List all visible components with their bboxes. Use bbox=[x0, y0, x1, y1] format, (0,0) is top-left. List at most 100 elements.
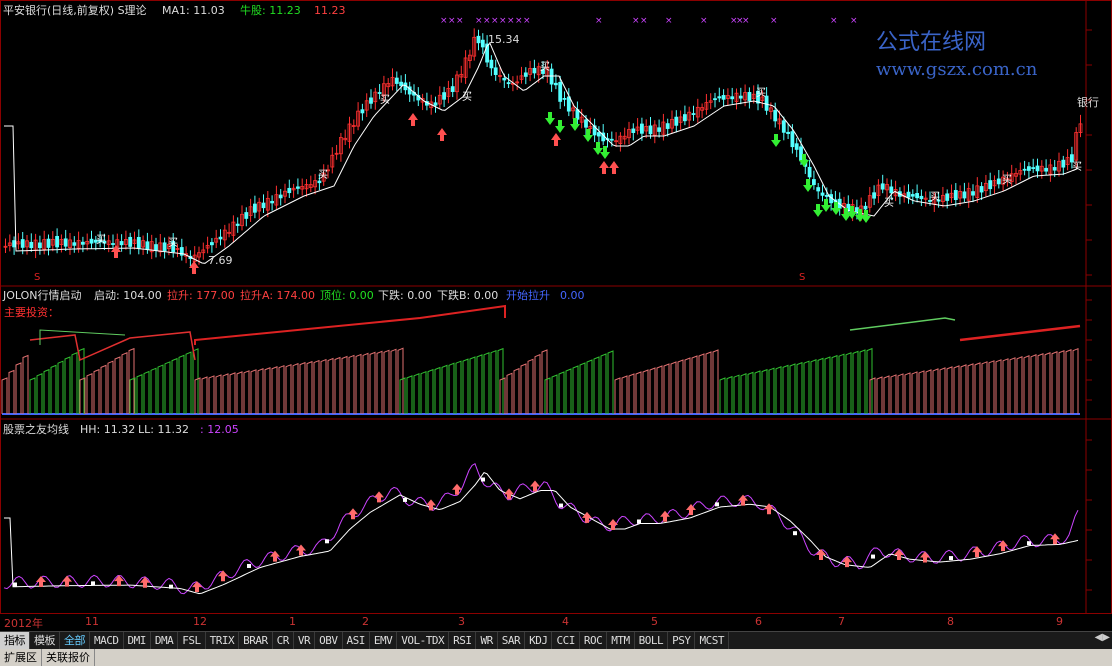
candle-body bbox=[816, 187, 821, 192]
tab-all[interactable]: 全部 bbox=[60, 632, 90, 649]
jolon-bar bbox=[967, 363, 974, 414]
tab-vol-tdx[interactable]: VOL-TDX bbox=[397, 632, 450, 649]
signal-x-marker: × bbox=[830, 16, 838, 26]
candle-body bbox=[807, 166, 812, 178]
jolon-bar bbox=[164, 361, 171, 414]
candle-body bbox=[747, 92, 752, 101]
signal-x-marker: × bbox=[665, 16, 673, 26]
jolon-bar bbox=[768, 367, 775, 414]
candle-body bbox=[872, 192, 876, 199]
jolon-bar bbox=[845, 352, 852, 414]
jolon-bar bbox=[740, 373, 747, 414]
tab-mcst[interactable]: MCST bbox=[695, 632, 729, 649]
jolon-bar bbox=[897, 373, 904, 414]
tab-dmi[interactable]: DMI bbox=[124, 632, 151, 649]
candle-body bbox=[996, 178, 1001, 185]
candle-body bbox=[812, 179, 816, 185]
lasheng-line bbox=[959, 324, 1081, 342]
sell-arrow-icon bbox=[813, 204, 823, 217]
candle-body bbox=[442, 92, 447, 100]
tab-dma[interactable]: DMA bbox=[151, 632, 179, 649]
tab-asi[interactable]: ASI bbox=[343, 632, 370, 649]
buy-text-mark: 买 bbox=[462, 91, 472, 103]
tab-fsl[interactable]: FSL bbox=[178, 632, 206, 649]
chart-canvas[interactable]: × × × × × × × × × × × × × × × ××× × × ×买 买买买 买买买买买买买S S bbox=[0, 0, 1112, 614]
tab-brar[interactable]: BRAR bbox=[239, 632, 273, 649]
jolon-bar bbox=[852, 350, 859, 414]
candle-body bbox=[145, 241, 150, 250]
candle-body bbox=[72, 242, 77, 246]
candle-body bbox=[566, 96, 571, 112]
date-tick: 8 bbox=[947, 615, 954, 628]
jolon-bar bbox=[86, 373, 93, 414]
jolon-bar bbox=[726, 375, 733, 414]
tab-sar[interactable]: SAR bbox=[498, 632, 526, 649]
signal-x-marker: × bbox=[475, 16, 483, 26]
tab-macd[interactable]: MACD bbox=[90, 632, 124, 649]
sell-arrow-icon bbox=[771, 134, 781, 147]
candle-body bbox=[738, 95, 743, 99]
jolon-bar bbox=[455, 360, 462, 414]
tab-kdj[interactable]: KDJ bbox=[525, 632, 553, 649]
tab-trix[interactable]: TRIX bbox=[206, 632, 240, 649]
jolon-bar bbox=[306, 360, 313, 414]
tab-wr[interactable]: WR bbox=[476, 632, 498, 649]
jolon-bar bbox=[171, 357, 178, 414]
high-price-label: 15.34 bbox=[488, 33, 520, 46]
jolon-bar bbox=[236, 371, 243, 414]
jolon-bar bbox=[43, 368, 50, 414]
tab-indicator[interactable]: 指标 bbox=[0, 632, 30, 649]
candle-body bbox=[919, 195, 924, 200]
candle-body bbox=[119, 241, 124, 246]
candle-body bbox=[270, 200, 275, 204]
jolon-bar bbox=[36, 373, 43, 414]
tab-cci[interactable]: CCI bbox=[552, 632, 580, 649]
jolon-bar bbox=[946, 366, 953, 414]
jolon-bar bbox=[222, 373, 229, 414]
jolon-bar bbox=[320, 358, 327, 414]
tab-psy[interactable]: PSY bbox=[668, 632, 696, 649]
square-marker bbox=[403, 497, 407, 502]
square-marker bbox=[793, 531, 797, 536]
signal-x-marker: × bbox=[499, 16, 507, 26]
tab-emv[interactable]: EMV bbox=[370, 632, 398, 649]
jolon-bar bbox=[441, 364, 448, 414]
tab-extension-area[interactable]: 扩展区 bbox=[0, 649, 42, 666]
tab-related-quotes[interactable]: 关联报价 bbox=[42, 649, 95, 666]
candle-body bbox=[523, 72, 528, 77]
jolon-bar bbox=[876, 376, 883, 414]
tab-obv[interactable]: OBV bbox=[315, 632, 343, 649]
tab-cr[interactable]: CR bbox=[273, 632, 294, 649]
jolon-bar bbox=[406, 375, 413, 414]
jolon-bar bbox=[1065, 348, 1072, 414]
signal-x-marker: × bbox=[483, 16, 491, 26]
date-tick: 12 bbox=[193, 615, 207, 628]
signal-x-marker: × bbox=[523, 16, 531, 26]
signal-x-marker: × bbox=[491, 16, 499, 26]
jolon-bar bbox=[670, 361, 677, 414]
tab-scroll-arrows[interactable]: ◀▶ bbox=[1095, 632, 1110, 643]
buy-arrow-icon bbox=[437, 128, 447, 141]
tab-roc[interactable]: ROC bbox=[580, 632, 608, 649]
jolon-bar bbox=[890, 374, 897, 414]
buy-text-mark: 买 bbox=[168, 237, 178, 249]
tab-vr[interactable]: VR bbox=[294, 632, 316, 649]
candle-body bbox=[20, 239, 25, 248]
jolon-bar bbox=[313, 359, 320, 414]
jolon-bar bbox=[355, 353, 362, 414]
jolon-bar bbox=[201, 376, 208, 414]
tab-mtm[interactable]: MTM bbox=[607, 632, 635, 649]
tab-boll[interactable]: BOLL bbox=[635, 632, 669, 649]
jolon-kaishi: 开始拉升 bbox=[506, 289, 550, 302]
candle-body bbox=[713, 98, 717, 101]
tab-template[interactable]: 模板 bbox=[30, 632, 60, 649]
candle-body bbox=[820, 192, 825, 196]
jolon-bar bbox=[705, 351, 712, 414]
tab-rsi[interactable]: RSI bbox=[449, 632, 477, 649]
candle-body bbox=[962, 191, 967, 199]
jolon-bar bbox=[413, 373, 420, 414]
buy-text-mark: 买 bbox=[540, 61, 550, 73]
jolon-bar bbox=[250, 369, 257, 414]
jolon-bar bbox=[981, 361, 988, 414]
sell-arrow-icon bbox=[803, 179, 813, 192]
